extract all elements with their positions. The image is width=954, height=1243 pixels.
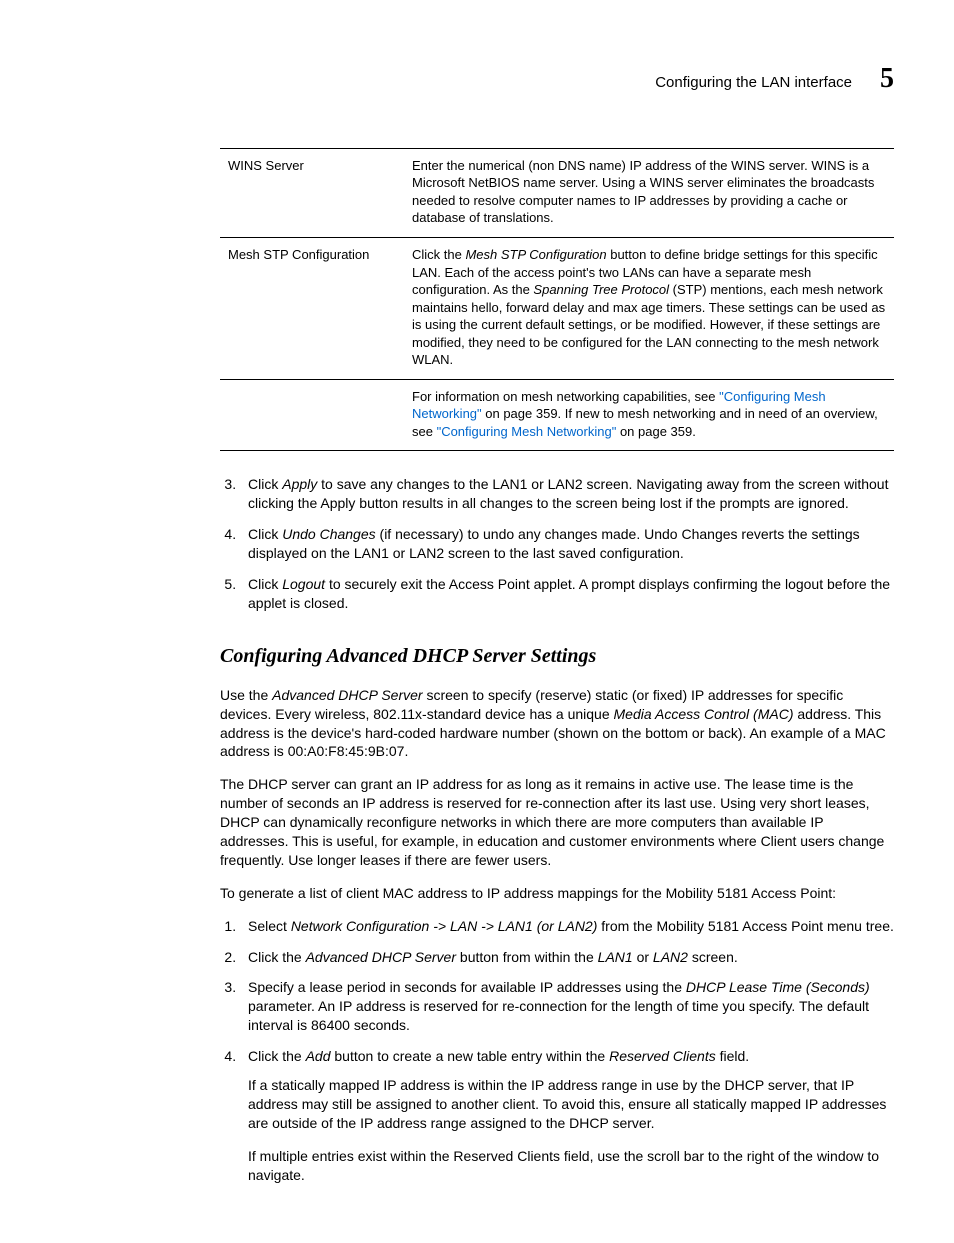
ui-term: Spanning Tree Protocol <box>533 282 669 297</box>
chapter-number: 5 <box>880 60 894 98</box>
list-item: Click Undo Changes (if necessary) to und… <box>240 525 894 563</box>
text: Click the <box>412 247 465 262</box>
text: parameter. An IP address is reserved for… <box>248 998 869 1033</box>
ui-term: LAN2 <box>653 949 688 965</box>
body-paragraph: The DHCP server can grant an IP address … <box>220 775 894 869</box>
text: Specify a lease period in seconds for av… <box>248 979 686 995</box>
document-page: Configuring the LAN interface 5 WINS Ser… <box>0 0 954 1243</box>
body-paragraph: Use the Advanced DHCP Server screen to s… <box>220 686 894 762</box>
text: field. <box>716 1048 749 1064</box>
ui-term: Mesh STP Configuration <box>465 247 606 262</box>
text: to securely exit the Access Point applet… <box>248 576 890 611</box>
text: Click <box>248 526 282 542</box>
list-item: Select Network Configuration -> LAN -> L… <box>240 917 894 936</box>
text: screen. <box>688 949 738 965</box>
text: Select <box>248 918 291 934</box>
table-row: Mesh STP Configuration Click the Mesh ST… <box>220 237 894 379</box>
table-row: WINS Server Enter the numerical (non DNS… <box>220 148 894 237</box>
text: to save any changes to the LAN1 or LAN2 … <box>248 476 888 511</box>
desc-cell: Click the Mesh STP Configuration button … <box>404 237 894 379</box>
ui-term: Reserved Clients <box>609 1048 716 1064</box>
ui-term: Media Access Control (MAC) <box>614 706 794 722</box>
term-cell: WINS Server <box>220 148 404 237</box>
ui-term: Logout <box>282 576 325 592</box>
text: Click the <box>248 949 306 965</box>
desc-cell: For information on mesh networking capab… <box>404 379 894 451</box>
running-header: Configuring the LAN interface 5 <box>100 60 894 98</box>
list-item: Click Apply to save any changes to the L… <box>240 475 894 513</box>
term-cell <box>220 379 404 451</box>
numbered-steps: Click Apply to save any changes to the L… <box>220 475 894 612</box>
ui-term: Advanced DHCP Server <box>272 687 422 703</box>
running-title: Configuring the LAN interface <box>655 73 852 93</box>
text: on page 359. <box>616 424 696 439</box>
page-content: WINS Server Enter the numerical (non DNS… <box>100 148 894 1185</box>
ui-term: DHCP Lease Time (Seconds) <box>686 979 870 995</box>
ui-term: Network Configuration -> LAN -> LAN1 (or… <box>291 918 598 934</box>
sub-paragraph: If multiple entries exist within the Res… <box>248 1147 894 1185</box>
list-item: Click the Add button to create a new tab… <box>240 1047 894 1184</box>
desc-cell: Enter the numerical (non DNS name) IP ad… <box>404 148 894 237</box>
text: Use the <box>220 687 272 703</box>
cross-reference-link[interactable]: "Configuring Mesh Networking" <box>437 424 617 439</box>
ui-term: Advanced DHCP Server <box>306 949 456 965</box>
ui-term: Apply <box>282 476 317 492</box>
text: from the Mobility 5181 Access Point menu… <box>597 918 893 934</box>
ui-term: LAN1 <box>598 949 633 965</box>
list-item: Click the Advanced DHCP Server button fr… <box>240 948 894 967</box>
term-cell: Mesh STP Configuration <box>220 237 404 379</box>
ui-term: Undo Changes <box>282 526 375 542</box>
numbered-steps: Select Network Configuration -> LAN -> L… <box>220 917 894 1185</box>
definition-table: WINS Server Enter the numerical (non DNS… <box>220 148 894 452</box>
body-paragraph: To generate a list of client MAC address… <box>220 884 894 903</box>
ui-term: Add <box>306 1048 331 1064</box>
text: Click <box>248 476 282 492</box>
sub-paragraph: If a statically mapped IP address is wit… <box>248 1076 894 1133</box>
list-item: Specify a lease period in seconds for av… <box>240 978 894 1035</box>
list-item: Click Logout to securely exit the Access… <box>240 575 894 613</box>
table-row: For information on mesh networking capab… <box>220 379 894 451</box>
text: For information on mesh networking capab… <box>412 389 719 404</box>
text: or <box>633 949 653 965</box>
text: button from within the <box>456 949 598 965</box>
text: button to create a new table entry withi… <box>331 1048 610 1064</box>
text: Click <box>248 576 282 592</box>
text: Click the <box>248 1048 306 1064</box>
section-heading: Configuring Advanced DHCP Server Setting… <box>220 643 894 670</box>
